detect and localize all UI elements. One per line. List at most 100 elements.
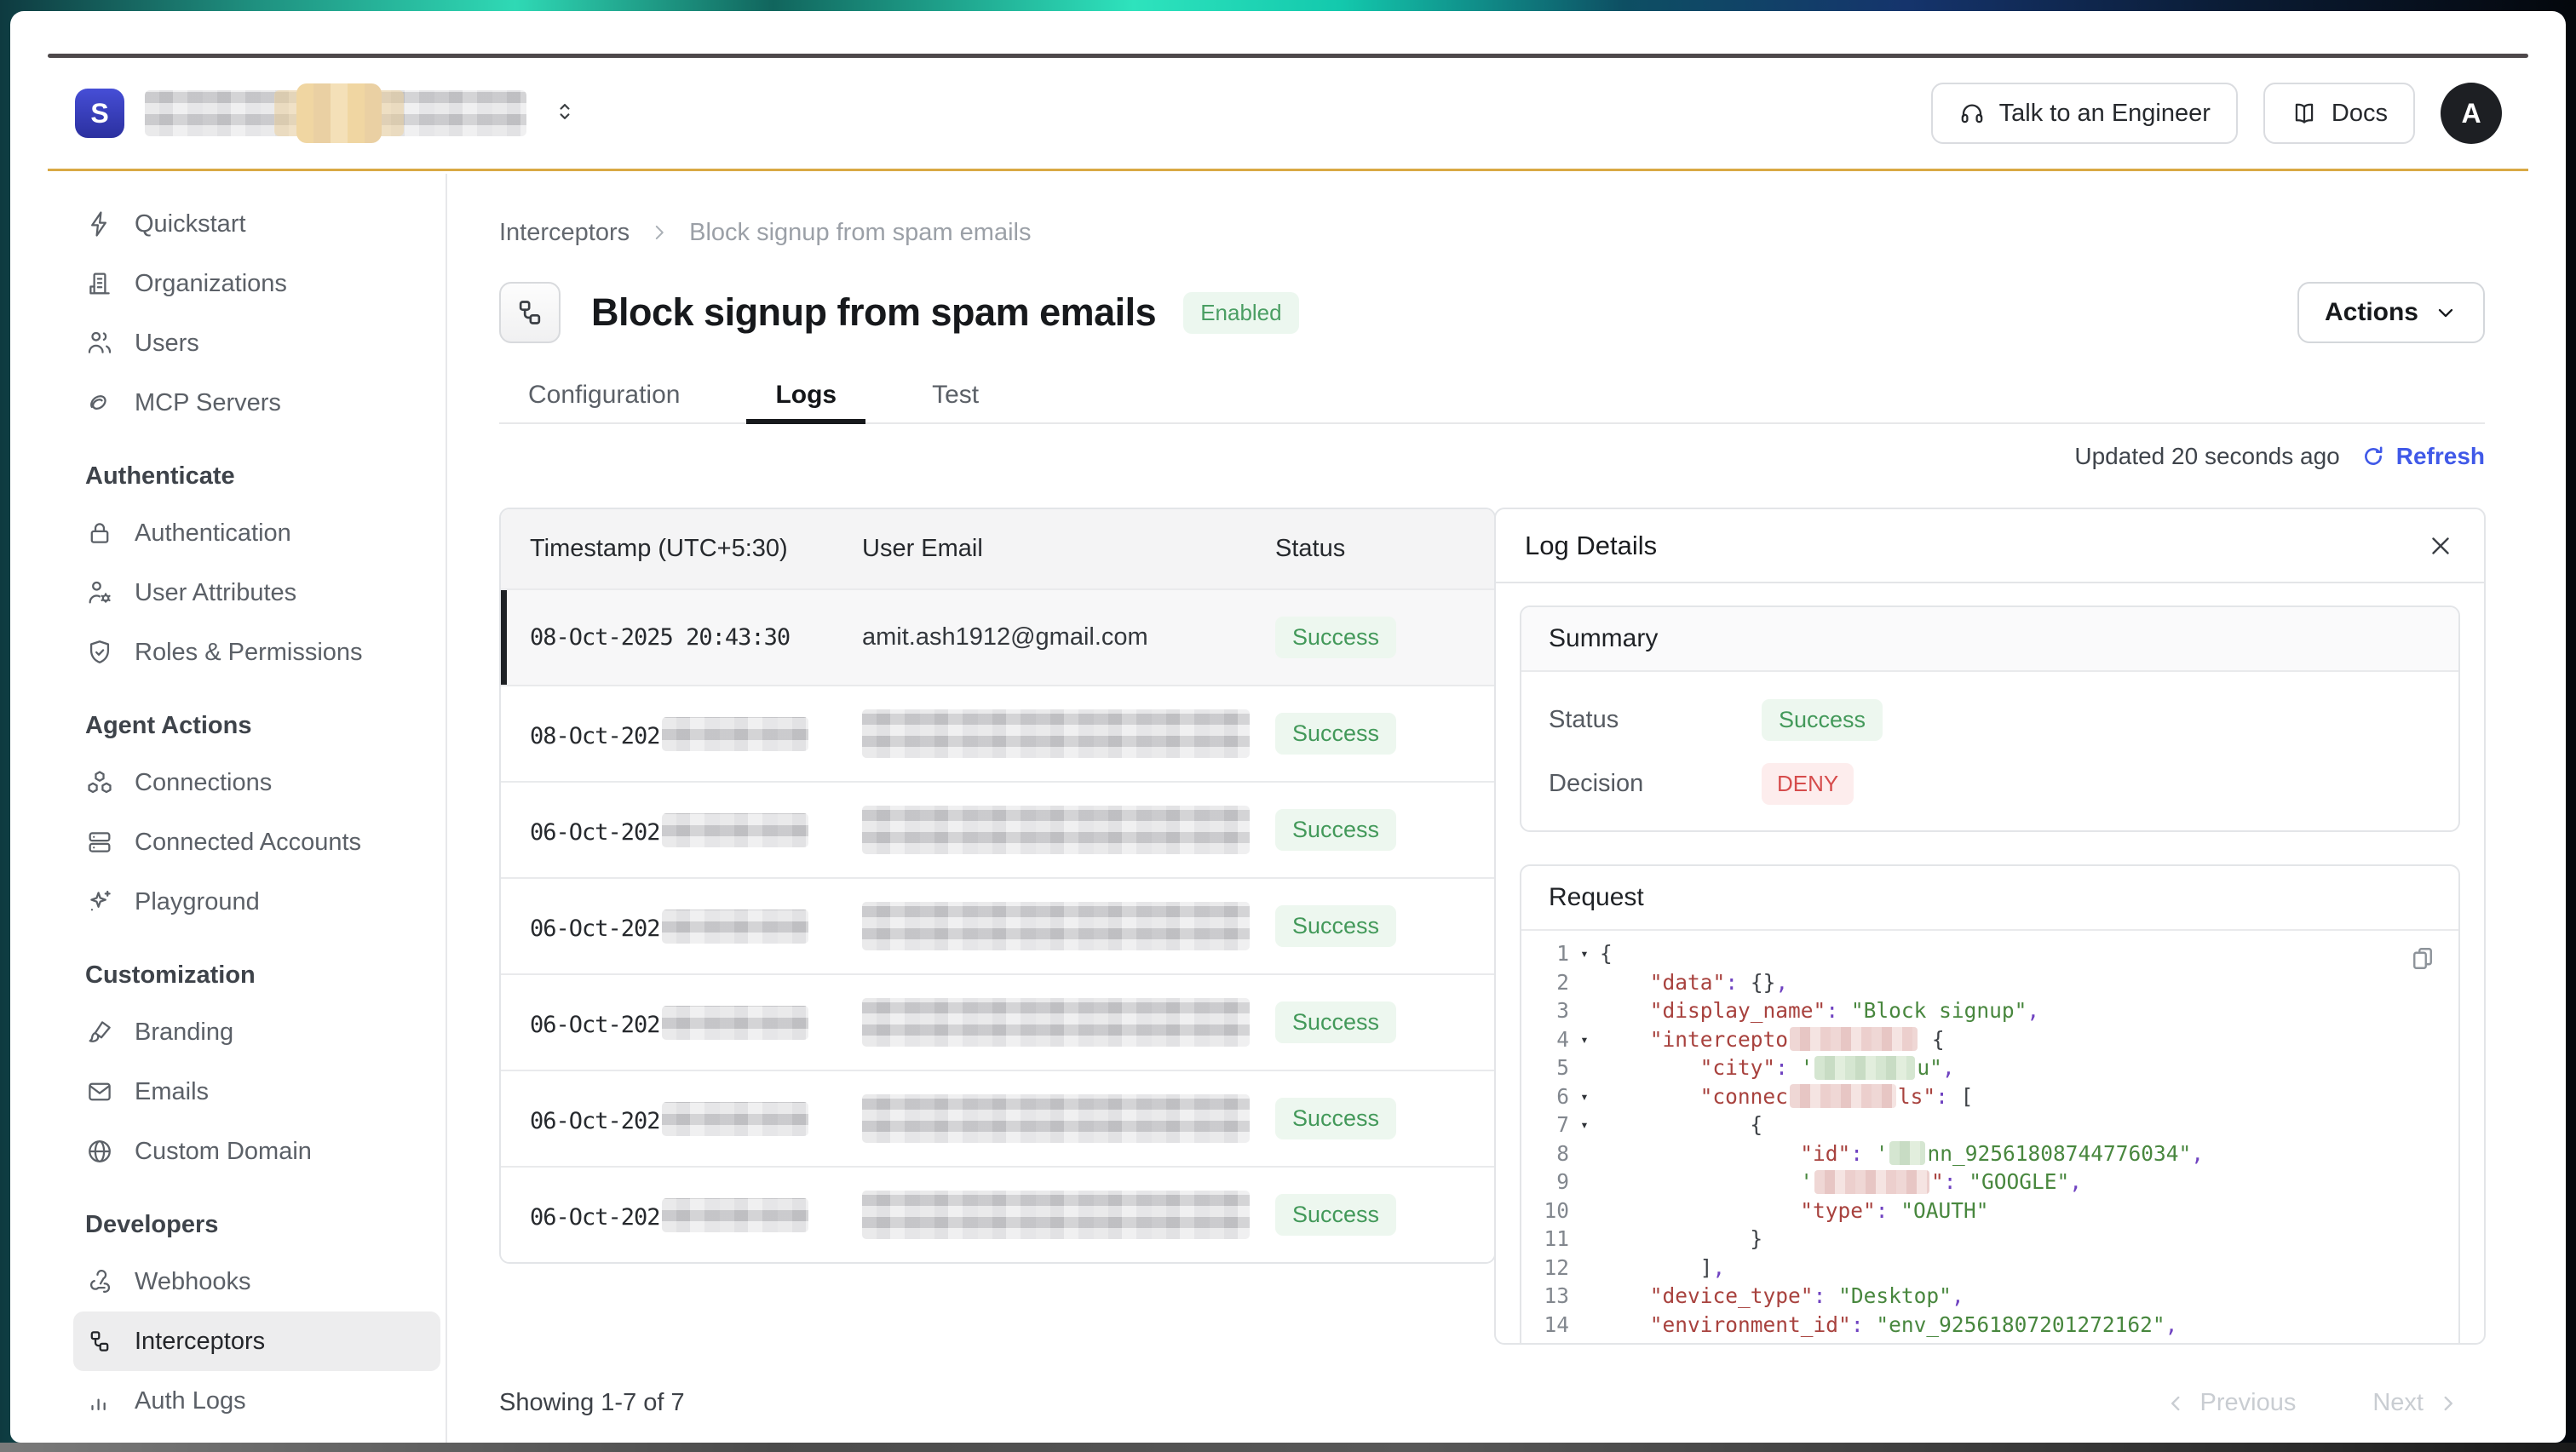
sidebar-item-label: Organizations	[135, 270, 287, 298]
table-row[interactable]: 06-Oct-202Success	[501, 781, 1494, 877]
zap-icon	[85, 209, 114, 238]
timestamp: 06-Oct-202	[530, 1108, 660, 1134]
stack-icon	[85, 828, 114, 857]
request-code: 1▾{2"data": {},3"display_name": "Block s…	[1521, 931, 2458, 1345]
sidebar-item-interceptors[interactable]: Interceptors	[73, 1311, 440, 1371]
tab-logs[interactable]: Logs	[746, 371, 865, 424]
table-row[interactable]: 08-Oct-2025 20:43:30amit.ash1912@gmail.c…	[501, 588, 1494, 685]
line-number: 3	[1521, 998, 1569, 1023]
sidebar-item-quickstart[interactable]: Quickstart	[73, 194, 440, 254]
code-token: "intercepto	[1650, 1027, 1788, 1052]
sidebar-item-connections[interactable]: Connections	[73, 753, 440, 812]
sidebar-item-roles-permissions[interactable]: Roles & Permissions	[73, 623, 440, 682]
code-token: {}	[1738, 970, 1775, 995]
table-row[interactable]: 06-Oct-202Success	[501, 973, 1494, 1070]
table-row[interactable]: 08-Oct-202Success	[501, 685, 1494, 781]
code-token: "GOOGLE"	[1956, 1169, 2069, 1194]
sidebar-item-playground[interactable]: Playground	[73, 872, 440, 932]
webhook-icon	[85, 1267, 114, 1296]
code-text: "city": 'u",	[1600, 1055, 1955, 1080]
breadcrumb-current: Block signup from spam emails	[689, 219, 1031, 247]
status-badge: Enabled	[1183, 292, 1298, 334]
status-badge: Success	[1275, 809, 1396, 851]
line-number: 15	[1521, 1340, 1569, 1345]
code-token: "182.156.5.2"	[1814, 1340, 1990, 1345]
code-token: {	[1919, 1027, 1945, 1052]
code-line: 9'": "GOOGLE",	[1521, 1168, 2458, 1197]
code-token: "environment_id"	[1650, 1312, 1851, 1337]
sidebar-item-webhooks[interactable]: Webhooks	[73, 1252, 440, 1311]
code-token: "display_name"	[1650, 998, 1826, 1023]
next-button[interactable]: Next	[2372, 1389, 2459, 1417]
previous-button[interactable]: Previous	[2165, 1389, 2297, 1417]
sidebar-item-users[interactable]: Users	[73, 313, 440, 373]
timestamp-redacted	[662, 910, 808, 944]
tab-configuration[interactable]: Configuration	[499, 371, 709, 424]
table-row[interactable]: 06-Oct-202Success	[501, 877, 1494, 973]
talk-to-engineer-label: Talk to an Engineer	[1999, 100, 2211, 128]
sidebar-item-mcp-servers[interactable]: MCP Servers	[73, 373, 440, 433]
logs-table: Timestamp (UTC+5:30)User EmailStatus 08-…	[499, 508, 1496, 1264]
code-line: 6▾"connecls": [	[1521, 1082, 2458, 1111]
talk-to-engineer-button[interactable]: Talk to an Engineer	[1931, 83, 2238, 144]
code-token: :	[1801, 1340, 1814, 1345]
tabs: Configuration Logs Test	[499, 371, 2485, 424]
lock-icon	[85, 519, 114, 548]
code-token: :	[1814, 1283, 1826, 1308]
table-header: Timestamp (UTC+5:30)User EmailStatus	[501, 509, 1494, 588]
sidebar-item-organizations[interactable]: Organizations	[73, 254, 440, 313]
sidebar-item-label: Interceptors	[135, 1328, 265, 1356]
chevron-down-icon	[2434, 301, 2458, 324]
close-button[interactable]	[2426, 531, 2455, 560]
collapse-toggle-icon[interactable]: ▾	[1569, 1088, 1600, 1105]
code-token: ,	[1952, 1283, 1964, 1308]
breadcrumb-parent[interactable]: Interceptors	[499, 219, 630, 247]
table-row[interactable]: 06-Oct-202Success	[501, 1070, 1494, 1166]
sidebar-item-label: Roles & Permissions	[135, 639, 363, 667]
header-actions: Talk to an Engineer Docs A	[1931, 83, 2502, 144]
collapse-toggle-icon[interactable]: ▾	[1569, 1116, 1600, 1133]
redacted-code	[1814, 1056, 1915, 1080]
org-badge-blur	[296, 83, 382, 143]
code-token: "env_92561807201272162"	[1864, 1312, 2165, 1337]
table-row[interactable]: 06-Oct-202Success	[501, 1166, 1494, 1262]
sidebar-item-label: Connected Accounts	[135, 829, 361, 857]
line-number: 1	[1521, 941, 1569, 966]
collapse-toggle-icon[interactable]: ▾	[1569, 945, 1600, 961]
code-token: ,	[1775, 970, 1788, 995]
layout: Quickstart Organizations UsersMCP Servers A…	[48, 174, 2528, 1443]
org-switcher[interactable]: S	[75, 89, 578, 138]
timestamp: 06-Oct-202	[530, 1204, 660, 1231]
sidebar-item-user-attributes[interactable]: User Attributes	[73, 563, 440, 623]
code-token: :	[1944, 1169, 1957, 1194]
refresh-button[interactable]: Refresh	[2360, 443, 2485, 470]
book-icon	[2291, 100, 2318, 127]
code-line: 13"device_type": "Desktop",	[1521, 1282, 2458, 1311]
actions-button[interactable]: Actions	[2297, 282, 2485, 343]
code-token: ,	[2027, 998, 2039, 1023]
copy-button[interactable]	[2407, 944, 2438, 975]
collapse-toggle-icon[interactable]: ▾	[1569, 1031, 1600, 1047]
sidebar-item-auth-logs[interactable]: Auth Logs	[73, 1371, 440, 1431]
sidebar-item-connected-accounts[interactable]: Connected Accounts	[73, 812, 440, 872]
sidebar-nav: Quickstart Organizations UsersMCP Servers A…	[48, 174, 447, 1443]
chevron-left-icon	[2165, 1392, 2187, 1415]
sidebar-item-custom-domain[interactable]: Custom Domain	[73, 1122, 440, 1181]
line-number: 5	[1521, 1055, 1569, 1080]
interceptor-icon	[499, 282, 561, 343]
copy-icon	[2407, 944, 2438, 975]
timestamp-redacted	[662, 1198, 808, 1232]
code-token: "id"	[1800, 1141, 1850, 1166]
code-token: :	[1725, 970, 1738, 995]
sidebar-item-authentication[interactable]: Authentication	[73, 503, 440, 563]
summary-rows: StatusSuccessDecisionDENY	[1521, 672, 2458, 830]
docs-button[interactable]: Docs	[2263, 83, 2415, 144]
code-token: :	[1851, 1312, 1864, 1337]
sidebar-item-emails[interactable]: Emails	[73, 1062, 440, 1122]
chevron-right-icon	[2437, 1392, 2459, 1415]
avatar[interactable]: A	[2441, 83, 2502, 144]
tab-test[interactable]: Test	[903, 371, 1008, 424]
close-icon	[2426, 531, 2455, 560]
user-gear-icon	[85, 578, 114, 607]
sidebar-item-branding[interactable]: Branding	[73, 1002, 440, 1062]
